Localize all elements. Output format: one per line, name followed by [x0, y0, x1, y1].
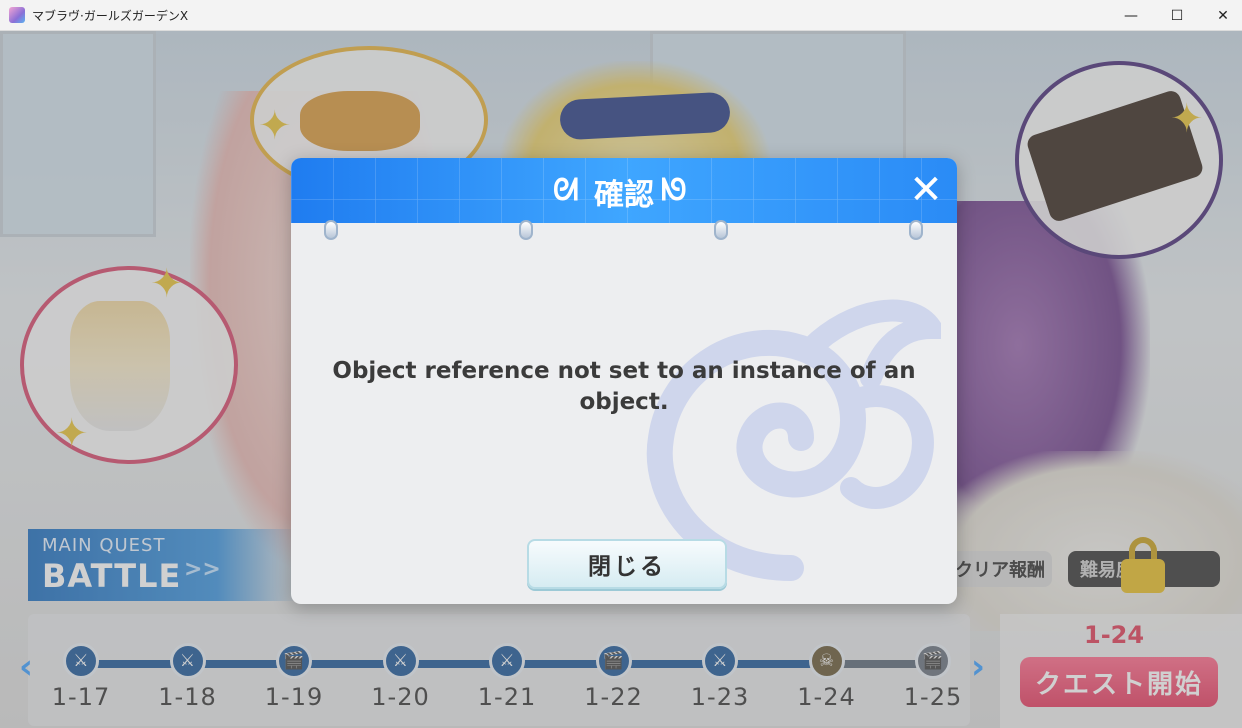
dialog-message: Object reference not set to an instance …: [332, 358, 916, 415]
binder-ring-icon: [714, 220, 728, 240]
binder-ring-icon: [519, 220, 533, 240]
window-title: マブラヴ·ガールズガーデンX: [32, 9, 189, 23]
binder-ring-icon: [324, 220, 338, 240]
minimize-button[interactable]: —: [1108, 0, 1154, 31]
wing-right-icon: ᘚ: [661, 173, 687, 208]
confirm-dialog: ᘛ 確認 ᘚ ✕ Object reference not set to an …: [291, 158, 957, 604]
dialog-title: 確認: [594, 178, 654, 213]
window-titlebar: マブラヴ·ガールズガーデンX — ☐ ✕: [0, 0, 1242, 31]
wing-left-icon: ᘛ: [553, 173, 579, 208]
close-icon[interactable]: ✕: [904, 168, 948, 212]
maximize-button[interactable]: ☐: [1154, 0, 1200, 31]
app-icon: [9, 7, 25, 23]
window-close-button[interactable]: ✕: [1200, 0, 1242, 31]
binder-ring-icon: [909, 220, 923, 240]
dialog-close-button[interactable]: 閉じる: [527, 539, 727, 589]
dialog-header: ᘛ 確認 ᘚ ✕: [291, 158, 957, 223]
